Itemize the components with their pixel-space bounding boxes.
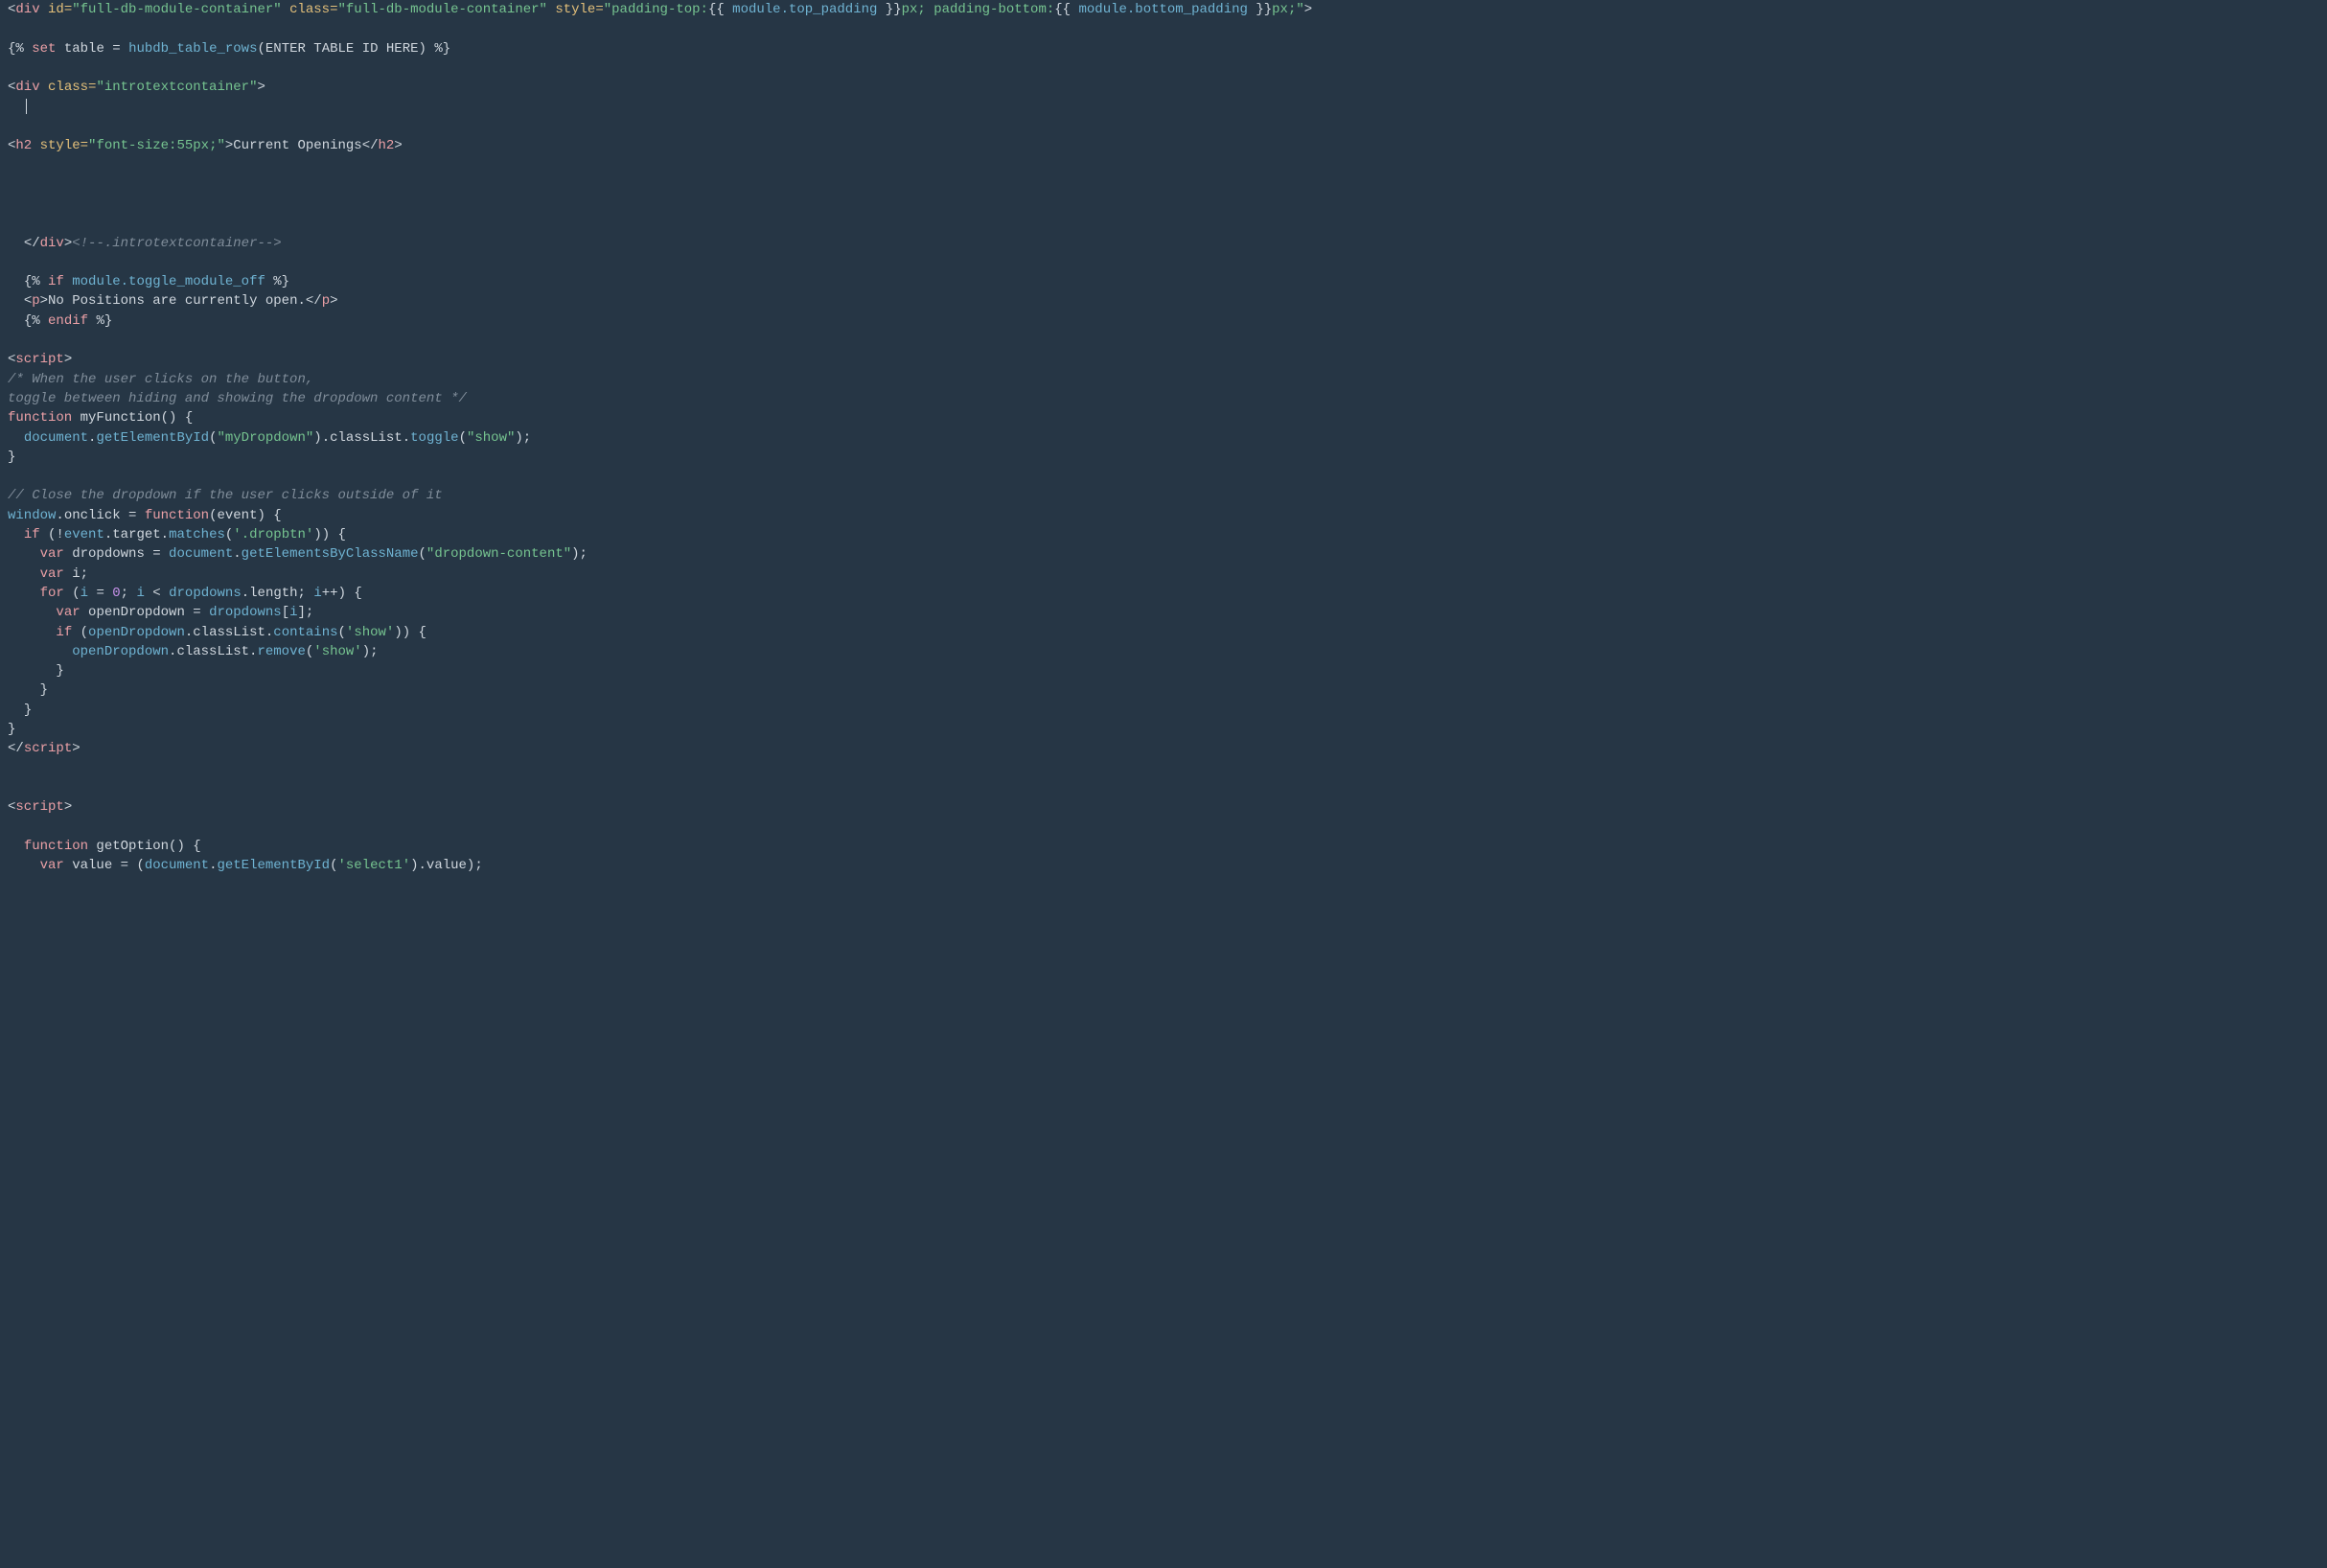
keyword: for (40, 586, 64, 601)
keyword: var (40, 566, 64, 582)
attr-value: px; padding-bottom: (902, 2, 1055, 17)
js-comment: /* When the user clicks on the button, (8, 372, 313, 387)
delim: {% (24, 274, 48, 289)
method: getElementById (217, 858, 330, 873)
keyword: if (24, 527, 40, 542)
text-content: No Positions are currently open. (48, 293, 306, 309)
method: getElementById (96, 430, 209, 446)
attr-value: "font-size:55px;" (88, 138, 225, 153)
keyword: var (40, 858, 64, 873)
keyword: var (40, 546, 64, 562)
text-content: Current Openings (233, 138, 361, 153)
delim: %} (88, 313, 112, 329)
delim: {% (24, 313, 48, 329)
tag-name: h2 (379, 138, 395, 153)
tag-name: script (15, 352, 63, 367)
delim: {% (8, 41, 32, 57)
method: matches (169, 527, 225, 542)
method: toggle (410, 430, 458, 446)
attr-value: "padding-top: (604, 2, 708, 17)
method: getElementsByClassName (242, 546, 419, 562)
keyword: var (56, 605, 80, 620)
code-editor-content[interactable]: <div id="full-db-module-container" class… (0, 0, 2327, 883)
keyword: function (145, 508, 209, 523)
template-var: module.top_padding (732, 2, 877, 17)
template-var: module.bottom_padding (1078, 2, 1247, 17)
string: "show" (467, 430, 515, 446)
string: 'show' (346, 625, 394, 640)
number: 0 (112, 586, 120, 601)
keyword: if (56, 625, 72, 640)
builtin: document (24, 430, 88, 446)
tag-name: div (15, 2, 48, 17)
string: "dropdown-content" (426, 546, 571, 562)
attr-value: "introtextcontainer" (96, 80, 257, 95)
tag-name: h2 (15, 138, 39, 153)
tag-name: div (15, 80, 48, 95)
attr-name: style= (547, 2, 604, 17)
html-comment: <!--.introtextcontainer--> (72, 236, 281, 251)
method: remove (257, 644, 305, 659)
tag-close: </ (24, 236, 40, 251)
keyword: function (24, 839, 88, 854)
code-text: (ENTER TABLE ID HERE) (257, 41, 426, 57)
js-comment: toggle between hiding and showing the dr… (8, 391, 467, 406)
keyword: set (32, 41, 56, 57)
string: "myDropdown" (217, 430, 313, 446)
tag-name: script (15, 799, 63, 815)
keyword: endif (48, 313, 88, 329)
attr-name: id= (48, 2, 72, 17)
tag-close: > (1304, 2, 1312, 17)
code-text: table = (56, 41, 128, 57)
attr-value: "full-db-module-container" (337, 2, 546, 17)
string: 'select1' (338, 858, 411, 873)
attr-name: style= (40, 138, 88, 153)
delim: {{ (708, 2, 732, 17)
builtin: window (8, 508, 56, 523)
tag-name: div (40, 236, 64, 251)
func-decl: myFunction() { (72, 410, 193, 426)
brace: } (8, 722, 15, 737)
tag-name: script (24, 741, 72, 756)
func-name: hubdb_table_rows (128, 41, 257, 57)
tag-close: > (257, 80, 265, 95)
tag-name: p (32, 293, 39, 309)
tag-name: p (322, 293, 330, 309)
attr-name: class= (48, 80, 96, 95)
delim: }} (1248, 2, 1272, 17)
brace: } (8, 450, 15, 465)
attr-value: "full-db-module-container" (72, 2, 281, 17)
delim: %} (273, 274, 289, 289)
delim: }} (877, 2, 901, 17)
keyword: if (48, 274, 64, 289)
brace: } (40, 682, 48, 698)
delim: {{ (1054, 2, 1078, 17)
func-decl: getOption() { (88, 839, 201, 854)
text-cursor (26, 99, 27, 115)
string: 'show' (313, 644, 361, 659)
attr-value: px;" (1272, 2, 1304, 17)
js-comment: // Close the dropdown if the user clicks… (8, 488, 443, 503)
template-cond: module.toggle_module_off (64, 274, 273, 289)
delim: %} (426, 41, 450, 57)
attr-name: class= (282, 2, 338, 17)
brace: } (56, 663, 63, 679)
method: contains (273, 625, 337, 640)
tag-close: </ (362, 138, 379, 153)
brace: } (24, 703, 32, 718)
string: '.dropbtn' (233, 527, 313, 542)
keyword: function (8, 410, 72, 426)
